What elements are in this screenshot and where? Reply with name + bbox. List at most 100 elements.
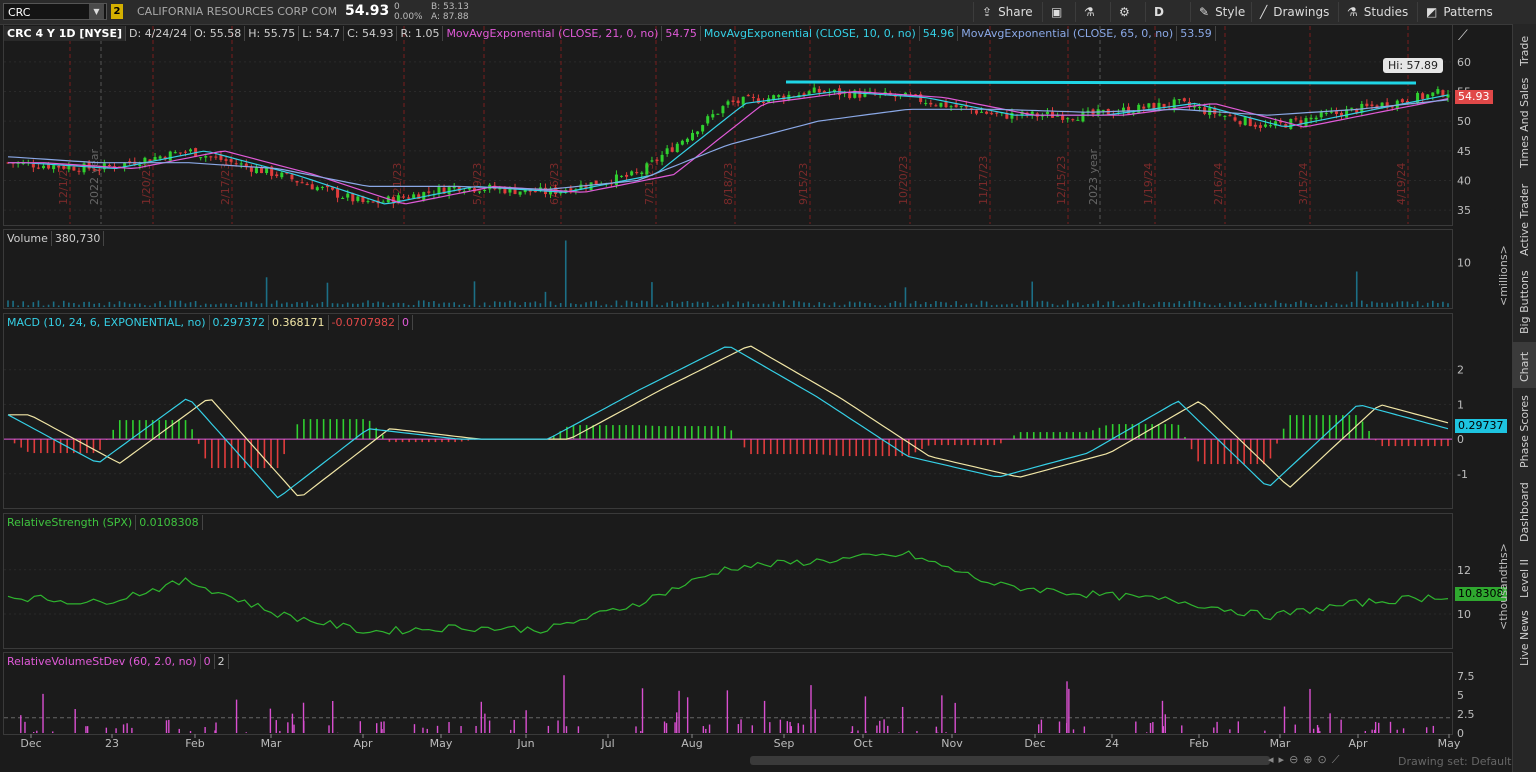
candle-body bbox=[751, 96, 755, 98]
candle-body bbox=[209, 156, 213, 158]
period-marker-label: 2023 year bbox=[1087, 148, 1100, 205]
candle-body bbox=[645, 163, 649, 175]
volume-panel bbox=[3, 229, 1453, 309]
candle-body bbox=[315, 187, 319, 191]
aggregation-button[interactable]: D bbox=[1145, 2, 1189, 22]
flask-button[interactable]: ⚗ bbox=[1075, 2, 1109, 22]
sidebar-tab-dashboard[interactable]: Dashboard bbox=[1512, 476, 1536, 546]
sidebar-tab-big-buttons[interactable]: Big Buttons bbox=[1512, 262, 1536, 338]
rs-label[interactable]: RelativeStrength (SPX) bbox=[4, 515, 137, 530]
horizontal-scrollbar[interactable] bbox=[750, 756, 1270, 765]
candle-body bbox=[356, 196, 360, 201]
candle-body bbox=[772, 95, 776, 100]
resistance-line[interactable] bbox=[785, 80, 1417, 85]
zoom-fit-icon[interactable]: ⊙ bbox=[1318, 753, 1332, 766]
candle-body bbox=[189, 149, 193, 152]
volume-label[interactable]: Volume bbox=[4, 231, 52, 246]
candle-body bbox=[1228, 115, 1232, 117]
candle-body bbox=[696, 131, 700, 135]
macd-value-tag: 0.29737 bbox=[1455, 419, 1507, 433]
drawing-set-icon[interactable]: ⟋ bbox=[1332, 753, 1345, 766]
candle-body bbox=[706, 116, 710, 124]
candle-body bbox=[447, 186, 451, 195]
candle-body bbox=[1061, 115, 1065, 120]
drawings-button[interactable]: ╱ Drawings bbox=[1251, 2, 1337, 22]
candle-body bbox=[817, 88, 821, 93]
candle-body bbox=[741, 96, 745, 105]
drawing-tool-icon[interactable]: ⟋ bbox=[1458, 28, 1468, 44]
zoom-in-icon[interactable]: ⊕ bbox=[1303, 753, 1317, 766]
macd-label[interactable]: MACD (10, 24, 6, EXPONENTIAL, no) bbox=[4, 315, 210, 330]
link-group-badge[interactable]: 2 bbox=[111, 4, 123, 19]
candle-body bbox=[107, 165, 111, 167]
candle-body bbox=[280, 172, 284, 178]
patterns-button[interactable]: ◩ Patterns bbox=[1417, 2, 1510, 22]
candle-body bbox=[1045, 111, 1049, 115]
candle-body bbox=[1431, 92, 1435, 97]
sidebar-tab-active-trader[interactable]: Active Trader bbox=[1512, 174, 1536, 260]
candle-body bbox=[721, 106, 725, 114]
price-change: 0 0.00% bbox=[394, 2, 423, 22]
candle-body bbox=[954, 104, 958, 108]
sidebar-tab-live-news[interactable]: Live News bbox=[1512, 606, 1536, 670]
sidebar-tab-label: Level II bbox=[1518, 558, 1531, 598]
candle-body bbox=[934, 105, 938, 107]
scroll-left-icon[interactable]: ◂ bbox=[1268, 753, 1279, 766]
candle-body bbox=[1182, 98, 1186, 102]
rvs-header: RelativeVolumeStDev (60, 2.0, no) 0 2 bbox=[4, 654, 229, 669]
last-price: 54.93 bbox=[345, 3, 390, 19]
x-axis-labels: Dec 23 Feb Mar Apr May Jun Jul Aug Sep Oct Nov Dec 24… bbox=[20, 734, 1461, 750]
symbol-label[interactable]: CRC 4 Y 1D [NYSE] bbox=[4, 26, 127, 41]
candle-body bbox=[761, 101, 765, 103]
sidebar-tab-label: Trade bbox=[1518, 35, 1531, 66]
sidebar-tab-trade[interactable]: Trade bbox=[1512, 24, 1536, 70]
candle-body bbox=[1329, 111, 1333, 113]
ema21-label[interactable]: MovAvgExponential (CLOSE, 21, 0, no) bbox=[443, 26, 663, 41]
share-button[interactable]: ⇪ Share bbox=[973, 2, 1041, 22]
candle-body bbox=[183, 151, 187, 153]
x-axis-label: Feb bbox=[185, 737, 204, 750]
zoom-out-icon[interactable]: ⊖ bbox=[1289, 753, 1303, 766]
studies-button[interactable]: ⚗ Studies bbox=[1338, 2, 1416, 22]
candle-body bbox=[746, 95, 750, 97]
candle-body bbox=[158, 156, 162, 159]
period-marker-label: 1/19/24 bbox=[1142, 163, 1155, 205]
ask-value: A: 87.88 bbox=[431, 12, 469, 22]
chevron-down-icon[interactable]: ▼ bbox=[89, 4, 104, 19]
candle-body bbox=[635, 172, 639, 174]
period-marker-label: 4/19/24 bbox=[1395, 163, 1408, 205]
rs-header: RelativeStrength (SPX) 0.0108308 bbox=[4, 515, 203, 530]
candle-body bbox=[31, 163, 35, 168]
price-y-tick: 40 bbox=[1457, 174, 1471, 187]
candle-body bbox=[1400, 99, 1404, 103]
candle-body bbox=[401, 196, 405, 198]
rvs-label[interactable]: RelativeVolumeStDev (60, 2.0, no) bbox=[4, 654, 201, 669]
sidebar-tab-level-ii[interactable]: Level II bbox=[1512, 550, 1536, 602]
style-button[interactable]: ✎ Style bbox=[1190, 2, 1250, 22]
price-header: CRC 4 Y 1D [NYSE] D: 4/24/24 O: 55.58 H: 55… bbox=[4, 26, 1216, 41]
scroll-right-icon[interactable]: ▸ bbox=[1279, 753, 1290, 766]
macd-value: 0.297372 bbox=[210, 315, 270, 330]
chart-area[interactable]: 12/1/22 2022 year 1/20/23 2/17/23 4/21/23 5/1… bbox=[0, 24, 1510, 752]
sidebar-tab-chart[interactable]: Chart bbox=[1512, 342, 1536, 388]
sidebar-tab-label: Big Buttons bbox=[1518, 270, 1531, 334]
candle-body bbox=[67, 165, 71, 170]
zoom-controls[interactable]: ◂▸⊖⊕⊙⟋ bbox=[1268, 753, 1344, 767]
ema65-label[interactable]: MovAvgExponential (CLOSE, 65, 0, no) bbox=[958, 26, 1178, 41]
style-label: Style bbox=[1215, 5, 1246, 19]
ema10-label[interactable]: MovAvgExponential (CLOSE, 10, 0, no) bbox=[701, 26, 920, 41]
candle-body bbox=[731, 100, 735, 102]
candle-body bbox=[670, 147, 674, 152]
settings-button[interactable]: ⚙ bbox=[1110, 2, 1144, 22]
candle-body bbox=[234, 163, 238, 165]
candle-body bbox=[1350, 107, 1354, 109]
candle-body bbox=[244, 163, 248, 167]
sidebar-tab-phase-scores[interactable]: Phase Scores bbox=[1512, 392, 1536, 472]
sidebar-tab-times-and-sales[interactable]: Times And Sales bbox=[1512, 72, 1536, 172]
candle-body bbox=[995, 112, 999, 114]
macd-y-tick: 1 bbox=[1457, 398, 1464, 411]
snapshot-button[interactable]: ▣ bbox=[1042, 2, 1074, 22]
volume-value: 380,730 bbox=[52, 231, 105, 246]
change-percent: 0.00% bbox=[394, 12, 423, 22]
company-name: CALIFORNIA RESOURCES CORP COM bbox=[137, 5, 338, 18]
